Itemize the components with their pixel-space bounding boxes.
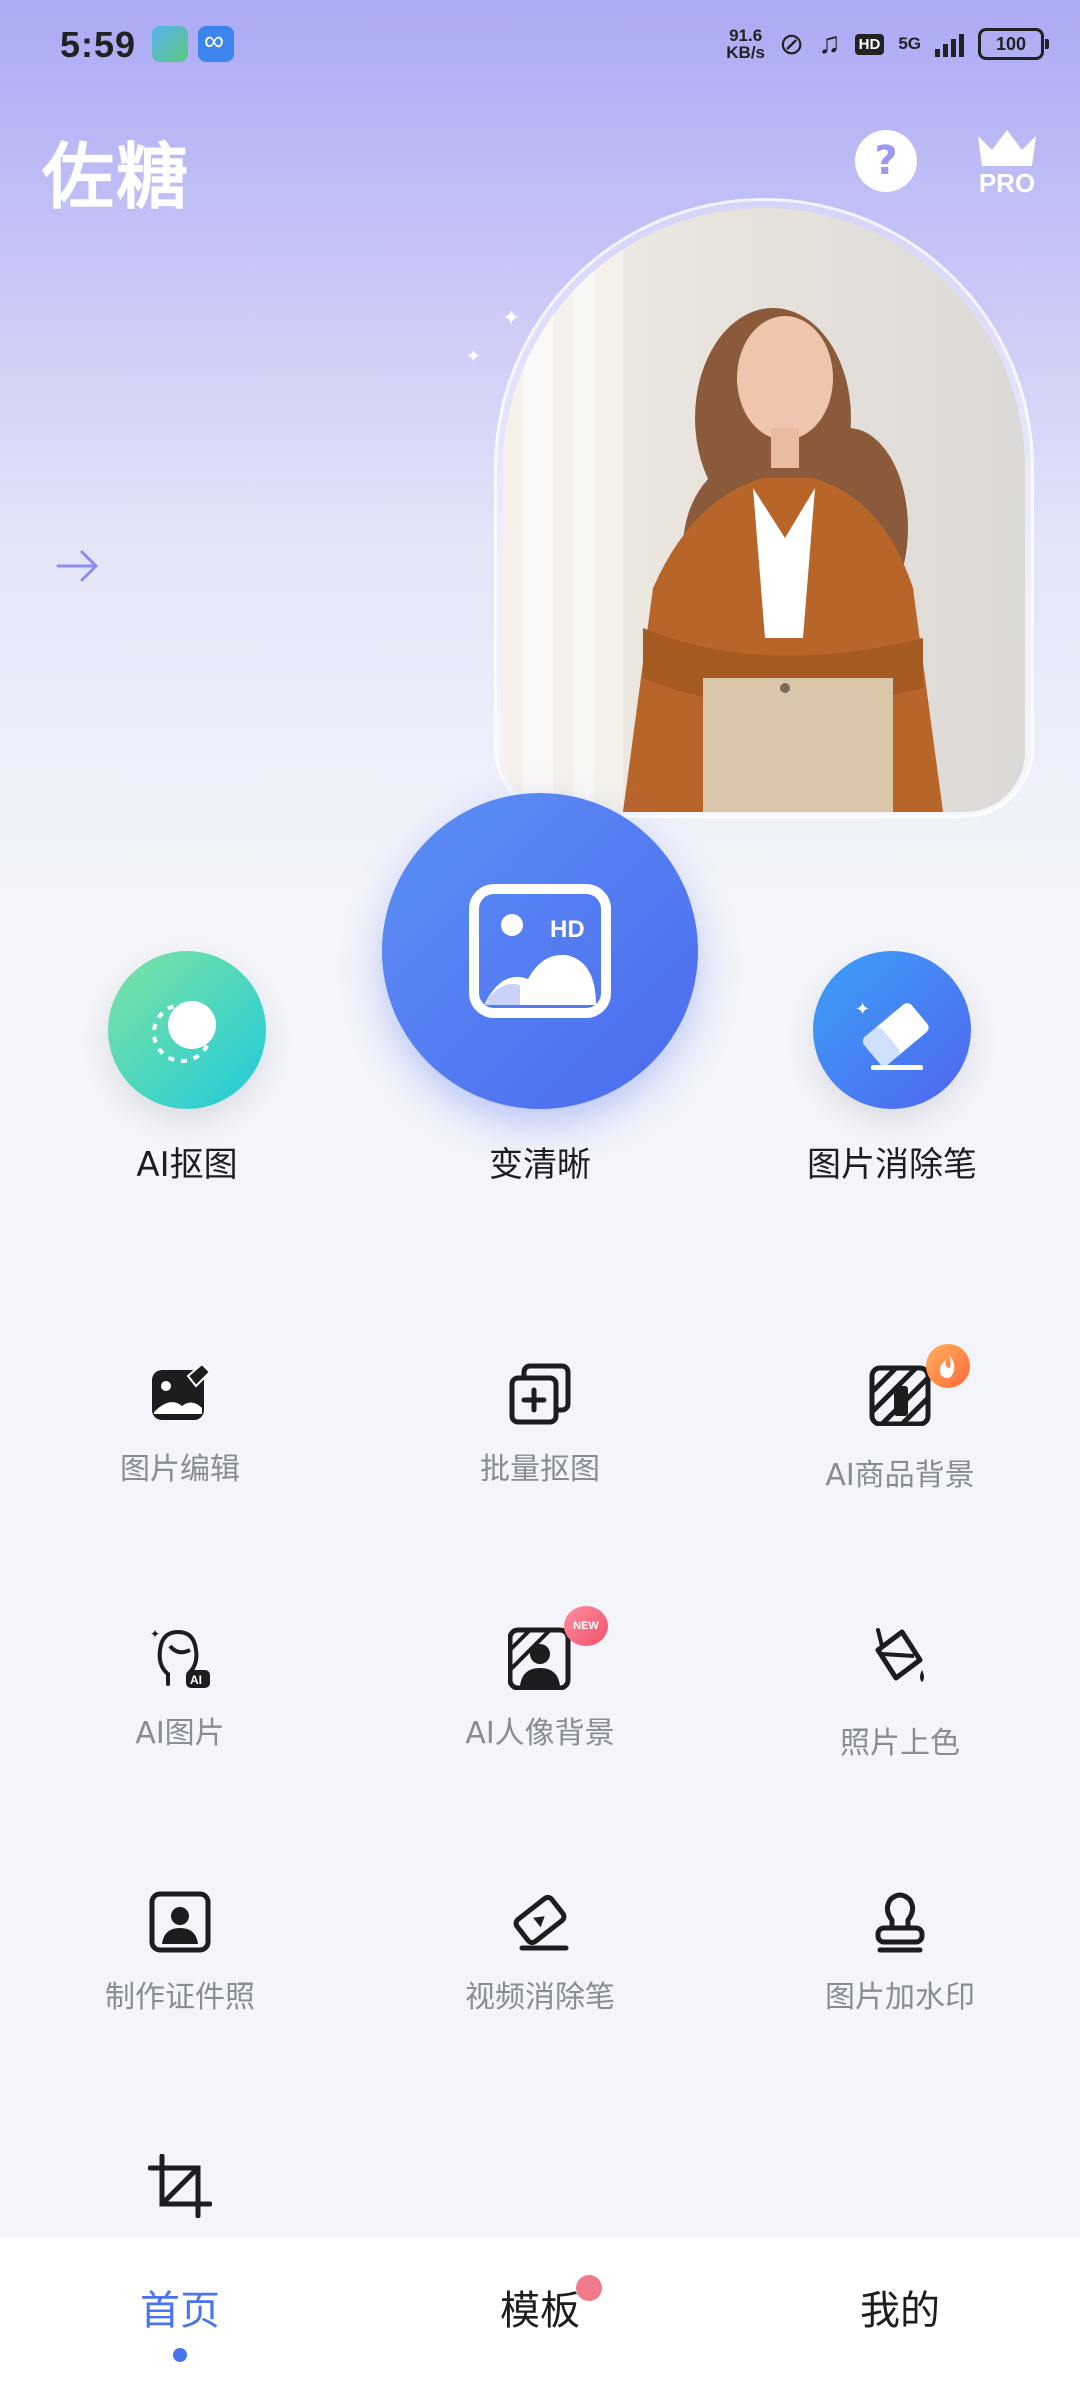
hot-badge-icon — [926, 1344, 970, 1388]
enhance-hd-label: 变清晰 — [489, 1145, 591, 1185]
tool-id-photo[interactable]: 制作证件照 — [50, 1890, 310, 2060]
hd-icon-text: HD — [550, 916, 585, 943]
crop-icon — [148, 2154, 212, 2218]
pro-button[interactable]: PRO — [972, 122, 1042, 202]
id-photo-icon — [149, 1891, 211, 1953]
tool-video-eraser[interactable]: 视频消除笔 — [410, 1890, 670, 2060]
help-button[interactable]: ? — [855, 130, 917, 192]
nav-active-indicator — [173, 2348, 187, 2362]
tool-batch-cutout[interactable]: 批量抠图 — [410, 1362, 670, 1532]
tool-watermark[interactable]: 图片加水印 — [770, 1890, 1030, 2060]
ai-icon-text: AI — [190, 1673, 202, 1687]
crown-icon — [978, 130, 1036, 166]
hd-image-icon: HD — [469, 884, 611, 1018]
status-time: 5:59 — [60, 24, 137, 65]
svg-text:✦: ✦ — [855, 999, 870, 1020]
tool-label: AI商品背景 — [825, 1458, 975, 1493]
ai-cutout-label: AI抠图 — [136, 1145, 238, 1185]
nav-home[interactable]: 首页 — [80, 2278, 280, 2336]
templates-notification-dot — [576, 2275, 602, 2301]
status-bar: 5:59 91.6 KB/s ⊘ ♫ HD 5G 100 — [0, 0, 1080, 90]
tool-label: AI图片 — [135, 1716, 225, 1751]
ai-image-icon: ✦ AI — [150, 1627, 210, 1688]
network-type: 5G — [898, 34, 921, 53]
pro-label: PRO — [978, 168, 1036, 198]
tool-ai-portrait-background[interactable]: NEW AI人像背景 — [410, 1606, 670, 1796]
ai-cutout-button[interactable] — [108, 951, 266, 1109]
image-eraser-label: 图片消除笔 — [807, 1145, 977, 1185]
eraser-icon: ✦ — [855, 999, 929, 1070]
tool-label: AI人像背景 — [465, 1716, 615, 1751]
tool-ai-product-background[interactable]: AI商品背景 — [770, 1344, 1030, 1532]
product-background-icon — [869, 1365, 931, 1426]
cutout-icon — [152, 1001, 216, 1063]
gallery-app-icon — [152, 26, 188, 62]
tool-label: 视频消除笔 — [465, 1980, 615, 2015]
network-speed-value: 91.6 — [729, 26, 763, 45]
image-edit-icon — [152, 1362, 212, 1420]
tool-label: 图片编辑 — [120, 1452, 240, 1487]
paint-bucket-icon — [875, 1628, 924, 1682]
tool-photo-colorize[interactable]: 照片上色 — [770, 1626, 1030, 1796]
batch-cutout-icon — [509, 1363, 571, 1425]
battery-level: 100 — [995, 33, 1027, 54]
help-icon: ? — [874, 138, 898, 184]
sparkle-icon: ✦ — [502, 306, 521, 331]
nav-templates[interactable]: 模板 — [440, 2278, 640, 2336]
silent-icon: ♫ — [818, 27, 841, 60]
tool-ai-image[interactable]: ✦ AI AI图片 — [50, 1626, 310, 1796]
network-speed-unit: KB/s — [726, 43, 765, 62]
tool-label: 照片上色 — [840, 1726, 960, 1761]
battery-icon: 100 — [978, 28, 1049, 60]
nav-mine[interactable]: 我的 — [800, 2278, 1000, 2336]
svg-text:✦: ✦ — [150, 1627, 160, 1641]
sparkle-icon: ✦ — [466, 346, 482, 367]
hero-photo[interactable] — [503, 208, 1025, 812]
woman-portrait-image — [503, 208, 943, 812]
enhance-hd-button[interactable]: HD — [382, 793, 698, 1109]
app-title: 佐糖 — [42, 135, 191, 219]
tool-label: 图片加水印 — [825, 1980, 975, 2015]
arrow-right-icon[interactable] — [56, 548, 102, 584]
hd-icon: HD — [854, 33, 885, 55]
new-badge: NEW — [564, 1606, 608, 1646]
bottom-navigation: 首页 模板 我的 — [0, 2238, 1080, 2400]
link-icon: ⊘ — [779, 27, 805, 61]
watermark-stamp-icon — [875, 1892, 925, 1953]
portrait-background-icon — [508, 1627, 571, 1690]
image-eraser-button[interactable]: ✦ — [813, 951, 971, 1109]
tool-label: 批量抠图 — [480, 1452, 600, 1487]
video-eraser-icon — [513, 1894, 569, 1951]
tool-image-edit[interactable]: 图片编辑 — [50, 1362, 310, 1532]
network-speed: 91.6 KB/s — [726, 27, 765, 61]
tool-label: 制作证件照 — [105, 1980, 255, 2015]
signal-icon — [935, 31, 964, 57]
link-app-icon — [198, 25, 234, 62]
